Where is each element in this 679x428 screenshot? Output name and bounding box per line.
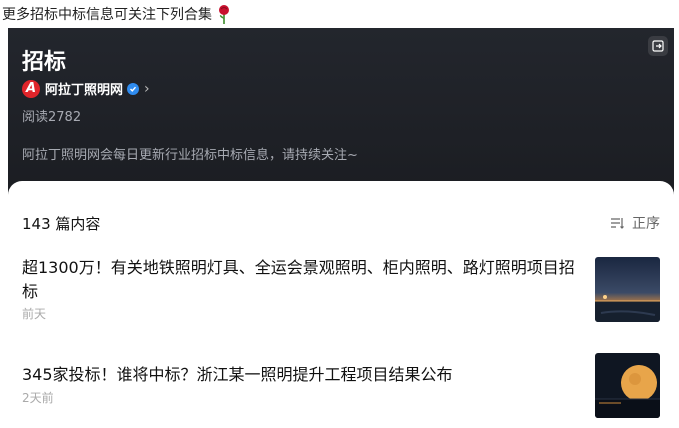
sort-button[interactable]: 正序 (610, 213, 660, 233)
exit-icon (652, 40, 664, 52)
account-link[interactable]: A 阿拉丁照明网 › (22, 79, 150, 98)
article-thumbnail (595, 353, 660, 418)
collection-hint: 更多招标中标信息可关注下列合集 (0, 0, 232, 28)
collection-panel: 招标 A 阿拉丁照明网 › 阅读2782 阿拉丁照明网会每日更新行业招标中标信息… (8, 28, 674, 428)
account-name: 阿拉丁照明网 (45, 83, 124, 98)
chevron-right-icon: › (144, 80, 150, 97)
sort-label: 正序 (632, 216, 660, 232)
collection-header: 招标 A 阿拉丁照明网 › 阅读2782 阿拉丁照明网会每日更新行业招标中标信息… (8, 28, 674, 198)
read-count: 阅读2782 (22, 110, 82, 125)
sort-icon (611, 218, 624, 229)
collection-description: 阿拉丁照明网会每日更新行业招标中标信息，请持续关注~ (22, 148, 358, 163)
article-title: 345家投标！谁将中标？浙江某一照明提升工程项目结果公布 (22, 365, 453, 384)
exit-button[interactable] (648, 36, 668, 56)
article-count: 143 篇内容 (22, 215, 101, 233)
verified-icon (127, 82, 140, 95)
account-logo: A (22, 79, 40, 98)
article-time: 2天前 (22, 391, 54, 405)
rose-icon (216, 4, 232, 24)
article-list: 143 篇内容 正序 超1300万！有关地铁照明灯具、全运会景观照明、柜内照明、… (8, 181, 674, 428)
article-time: 前天 (22, 307, 47, 321)
article-title: 超1300万！有关地铁照明灯具、全运会景观照明、柜内照明、路灯照明项目招标 (22, 258, 575, 301)
collection-hint-text: 更多招标中标信息可关注下列合集 (2, 7, 212, 23)
article-thumbnail (595, 257, 660, 322)
collection-title: 招标 (22, 50, 67, 75)
